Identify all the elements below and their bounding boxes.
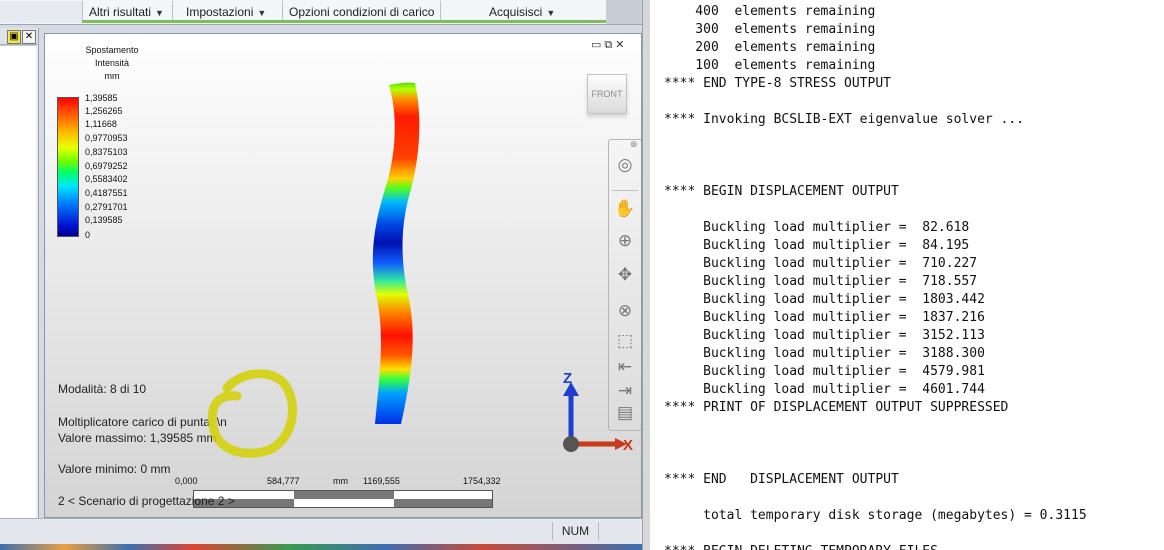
legend-title-line: Intensità <box>94 58 130 68</box>
close-icon[interactable]: ✕ <box>615 39 627 51</box>
console-line: Buckling load multiplier = 718.557 <box>664 274 978 289</box>
legend-value: 1,11668 <box>85 119 117 129</box>
chevron-down-icon: ▼ <box>546 8 556 18</box>
console-line: Buckling load multiplier = 3152.113 <box>664 328 985 343</box>
pan-hand-icon[interactable]: ✋ <box>614 198 636 220</box>
legend-value: 0,139585 <box>85 215 123 225</box>
restore-icon[interactable]: ⧉ <box>604 39 615 51</box>
multiplier-text: Moltiplicatore carico di punta: \n <box>58 415 227 429</box>
max-value-text: Valore massimo: 1,39585 mm <box>58 431 217 445</box>
fea-application-window: Altri risultati ▼ Impostazioni ▼ Opzioni c… <box>0 0 642 550</box>
browser-panel: ▣ ✕ <box>0 28 39 519</box>
browser-panel-body <box>0 45 36 519</box>
browser-panel-header: ▣ ✕ <box>0 28 38 45</box>
scale-tick-label: 1754,332 <box>463 476 501 486</box>
console-line: Buckling load multiplier = 1837.216 <box>664 310 985 325</box>
buckled-beam-model[interactable] <box>365 79 435 429</box>
steering-wheel-icon[interactable]: ◎ <box>614 154 636 176</box>
legend-color-bar <box>57 97 79 237</box>
scale-unit-label: mm <box>333 476 348 486</box>
console-line: **** BEGIN DISPLACEMENT OUTPUT <box>664 184 899 199</box>
console-line: **** Invoking BCSLIB-EXT eigenvalue solv… <box>664 112 1025 127</box>
console-line: Buckling load multiplier = 4579.981 <box>664 364 985 379</box>
taskbar-strip <box>0 544 642 550</box>
beam-shape <box>372 82 420 424</box>
ribbon-scroll-left <box>0 1 82 23</box>
min-value-text: Valore minimo: 0 mm <box>58 462 171 476</box>
graphics-viewport[interactable]: Spostamento Intensità mm 1,39585 1,25626… <box>44 33 642 518</box>
zoom-window-icon[interactable]: ⬚ <box>614 330 636 352</box>
close-icon[interactable]: ✕ <box>22 30 36 44</box>
console-line: 300 elements remaining <box>664 22 876 37</box>
legend-value: 0,9770953 <box>85 133 128 143</box>
ribbon-acquisisci-label: Acquisisci <box>489 5 543 19</box>
chevron-down-icon: ▼ <box>155 8 164 18</box>
console-line: **** END TYPE-8 STRESS OUTPUT <box>664 76 891 91</box>
legend-value: 0 <box>85 230 91 240</box>
minimize-icon[interactable]: ▭ <box>591 39 604 51</box>
ribbon-impostazioni-label: Impostazioni <box>186 5 254 19</box>
console-line: Buckling load multiplier = 1803.442 <box>664 292 985 307</box>
console-line: 200 elements remaining <box>664 40 876 55</box>
legend-value: 0,2791701 <box>85 202 128 212</box>
console-line: **** BEGIN DELETING TEMPORARY FILES <box>664 543 938 550</box>
ribbon-altri-risultati-label: Altri risultati <box>89 5 152 19</box>
ribbon-toolbar: Altri risultati ▼ Impostazioni ▼ Opzioni c… <box>0 0 642 25</box>
ribbon-accent-bar <box>82 20 606 23</box>
scale-tick-label: 584,777 <box>267 476 300 486</box>
nav-divider <box>612 190 638 191</box>
mode-text: Modalità: 8 di 10 <box>58 382 147 396</box>
console-line: Buckling load multiplier = 82.618 <box>664 220 970 235</box>
console-line: total temporary disk storage (megabytes)… <box>664 508 1087 523</box>
pin-icon[interactable]: ▣ <box>7 30 21 44</box>
scale-tick-label: 1169,555 <box>363 476 400 486</box>
viewport-window-controls: ▭⧉✕ <box>591 38 627 52</box>
status-bar: NUM <box>0 518 642 545</box>
console-line: Buckling load multiplier = 84.195 <box>664 238 970 253</box>
orbit-icon[interactable]: ✥ <box>614 264 636 286</box>
console-line: **** PRINT OF DISPLACEMENT OUTPUT SUPPRE… <box>664 400 1009 415</box>
legend-value: 0,8375103 <box>85 147 128 157</box>
chevron-down-icon: ▼ <box>257 8 267 18</box>
scenario-label: 2 < Scenario di progettazione 2 > <box>58 494 235 508</box>
x-axis-label: X <box>623 437 633 452</box>
console-line: 400 elements remaining <box>664 4 876 19</box>
highlight-circle-annotation <box>207 369 298 458</box>
navbar-close-icon[interactable]: ⊗ <box>630 139 638 150</box>
axis-origin <box>563 436 579 452</box>
console-line: Buckling load multiplier = 4601.744 <box>664 382 985 397</box>
axis-triad: Z X <box>563 372 633 452</box>
console-line: Buckling load multiplier = 710.227 <box>664 256 978 271</box>
legend-value: 1,256265 <box>85 106 123 116</box>
console-line: **** END DISPLACEMENT OUTPUT <box>664 472 899 487</box>
legend-title-line: mm <box>104 71 120 81</box>
legend-value: 1,39585 <box>85 93 118 103</box>
scale-bar <box>193 490 493 508</box>
z-axis-label: Z <box>563 372 572 387</box>
legend-value: 0,4187551 <box>85 188 128 198</box>
viewcube-face-label: FRONT <box>591 89 623 99</box>
legend-title-line: Spostamento <box>85 45 139 55</box>
legend-value: 0,5583402 <box>85 174 128 184</box>
zoom-icon[interactable]: ⊕ <box>614 230 636 252</box>
look-at-icon[interactable]: ⊗ <box>614 300 636 322</box>
solver-output-console: 400 elements remaining 300 elements rema… <box>650 0 1164 550</box>
legend-value: 0,6979252 <box>85 161 128 171</box>
ribbon-opzioni-label: Opzioni condizioni di carico <box>289 5 435 19</box>
console-line: 100 elements remaining <box>664 58 876 73</box>
scale-tick-label: 0,000 <box>175 476 198 486</box>
viewcube[interactable]: FRONT <box>587 74 627 114</box>
console-line: Buckling load multiplier = 3188.300 <box>664 346 985 361</box>
legend-title: Spostamento Intensità mm <box>75 44 149 83</box>
ribbon-end-panel <box>606 0 642 24</box>
num-lock-indicator: NUM <box>552 522 599 540</box>
